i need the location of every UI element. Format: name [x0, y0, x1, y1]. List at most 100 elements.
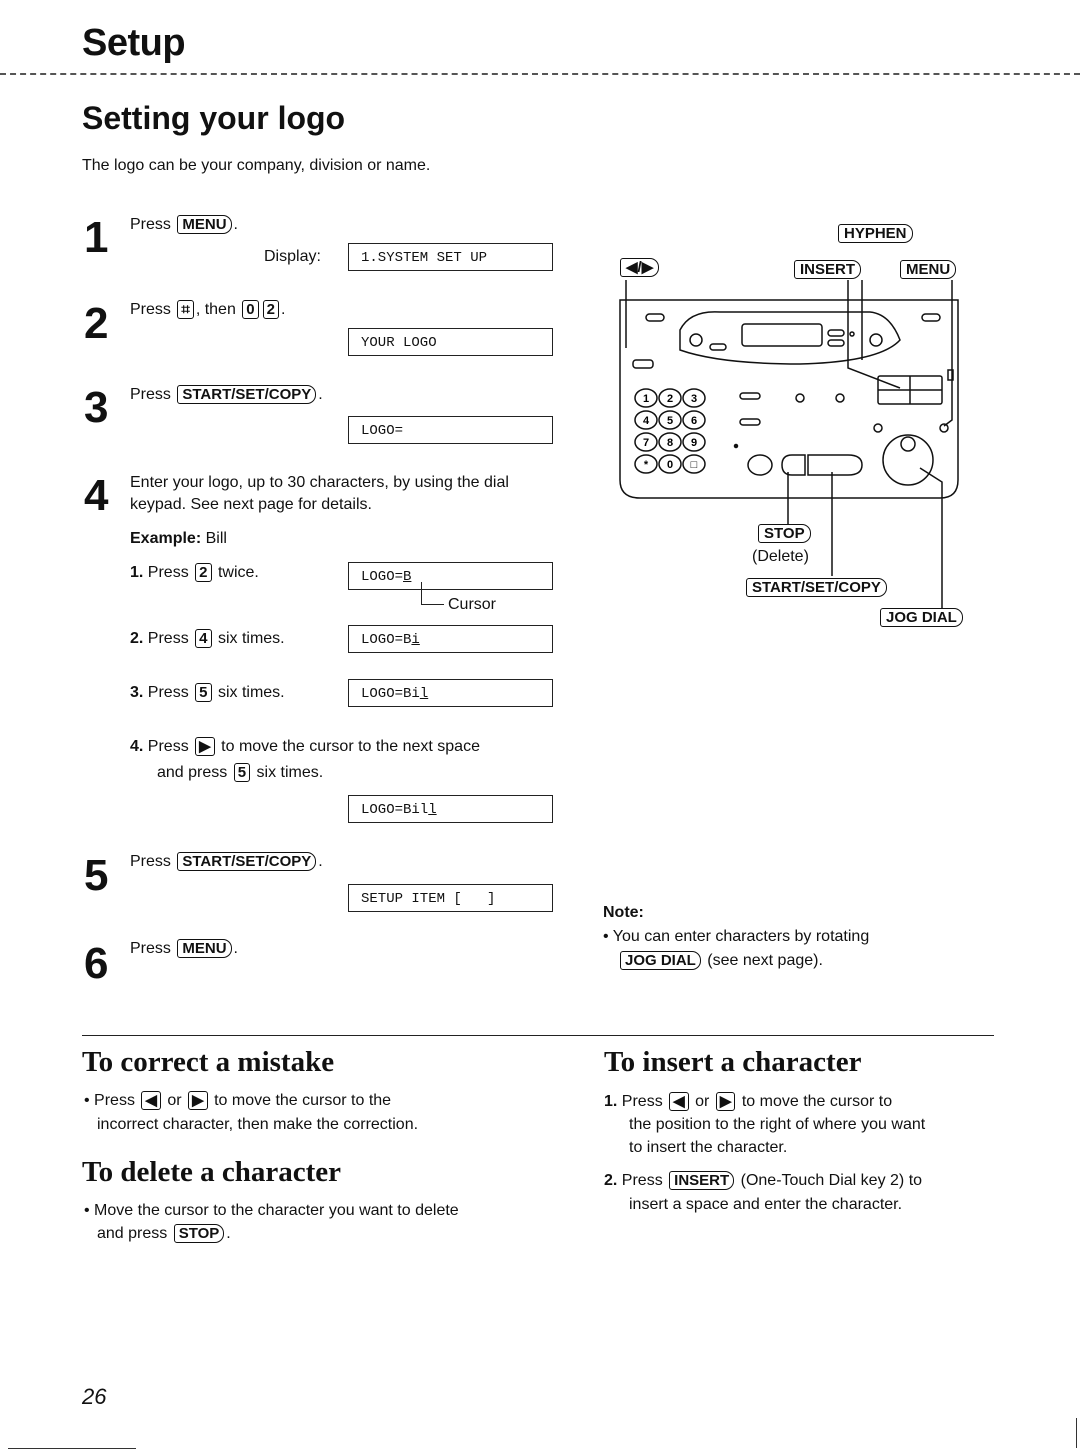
lcd-text: LOGO=Bi: [361, 686, 420, 702]
note-text: You can enter characters by rotating: [612, 928, 870, 945]
digit-key: 5: [195, 683, 212, 702]
digit-key: 2: [262, 300, 279, 319]
insert-step2: 2. Press INSERT (One-Touch Dial key 2) t…: [604, 1170, 922, 1192]
substep-number: 4.: [130, 738, 144, 755]
section-divider: [82, 1035, 994, 1036]
insert-label: INSERT: [794, 260, 862, 279]
left-arrow-key: ◀: [669, 1092, 689, 1111]
menu-leader: [943, 280, 953, 427]
insert-step1-line3: to insert the character.: [629, 1139, 788, 1156]
substep: 4. Press ▶ to move the cursor to the nex…: [130, 736, 570, 758]
keypad-key-label: 0: [667, 459, 673, 471]
lcd-display: 1.SYSTEM SET UP: [348, 243, 553, 271]
step-number: 4: [84, 471, 109, 520]
keypad-key-label: 3: [691, 393, 697, 405]
insert-step1-line2: the position to the right of where you w…: [629, 1116, 926, 1133]
substep-rest: twice.: [217, 564, 259, 581]
page-number: 26: [82, 1384, 107, 1409]
insert-text: (One-Touch Dial key 2) to: [740, 1172, 923, 1189]
correct-line2: incorrect character, then make the corre…: [97, 1116, 419, 1133]
arrow-keys-callout: ◀/▶: [620, 258, 660, 277]
header-divider: [0, 73, 1080, 75]
keypad-key-label: 7: [643, 437, 649, 449]
correct-heading: To correct a mistake: [82, 1046, 335, 1078]
stop-label: STOP: [758, 524, 811, 543]
lcd-display: LOGO=Bi: [348, 625, 553, 653]
example-label: Example:: [130, 530, 202, 547]
press-label: Press: [130, 853, 171, 870]
insert-callout: INSERT: [794, 260, 862, 279]
menu-key: MENU: [177, 939, 232, 958]
and-press-label: and press: [157, 764, 228, 781]
or-label: or: [167, 1092, 182, 1109]
insert-step-number: 1.: [604, 1093, 618, 1110]
step-number: 2: [84, 299, 109, 348]
insert-step1: 1. Press ◀ or ▶ to move the cursor to: [604, 1091, 892, 1113]
step-6-text: Press MENU.: [130, 939, 238, 958]
lcd-display: YOUR LOGO: [348, 328, 553, 356]
lcd-display: LOGO=B: [348, 562, 553, 590]
press-label: Press: [147, 738, 189, 755]
step-number: 3: [84, 383, 109, 432]
step-1-text: Press MENU.: [130, 215, 238, 234]
hash-key: ⌗: [177, 300, 194, 319]
keypad-key-label: 6: [691, 415, 697, 427]
substep: 3. Press 5 six times.: [130, 682, 285, 704]
substep-number: 2.: [130, 630, 144, 647]
step-2-text: Press ⌗, then 02.: [130, 300, 286, 319]
hyphen-callout: HYPHEN: [838, 224, 913, 243]
insert-key: INSERT: [669, 1171, 735, 1190]
right-arrow-key: ▶: [188, 1091, 208, 1110]
keypad-key-label: *: [644, 459, 649, 471]
jog-leader: [919, 467, 943, 620]
step-3-text: Press START/SET/COPY.: [130, 385, 323, 404]
press-label: Press: [621, 1172, 663, 1189]
step-4-text: Enter your logo, up to 30 characters, by…: [130, 474, 509, 513]
substep-rest: six times.: [217, 630, 285, 647]
cursor-pointer-line: [421, 582, 444, 605]
lcd-display: LOGO=Bill: [348, 795, 553, 823]
insert-step-number: 2.: [604, 1172, 618, 1189]
substep-number: 1.: [130, 564, 144, 581]
digit-key: 5: [233, 763, 251, 782]
insert-text: to move the cursor to: [741, 1093, 893, 1110]
press-label: Press: [147, 684, 189, 701]
stop-button: [781, 454, 806, 476]
or-label: or: [695, 1093, 710, 1110]
delete-heading: To delete a character: [82, 1156, 342, 1188]
display-label: Display:: [264, 248, 321, 265]
press-label: Press: [621, 1093, 663, 1110]
arrow-keys-label: ◀/▶: [620, 258, 660, 277]
keypad-key-label: 1: [643, 393, 649, 405]
step-5-text: Press START/SET/COPY.: [130, 852, 323, 871]
lcd-display: SETUP ITEM [ ]: [348, 884, 553, 912]
lcd-window: [741, 323, 823, 347]
press-label: Press: [130, 301, 171, 318]
start-button: [807, 454, 863, 476]
substep: 2. Press 4 six times.: [130, 628, 285, 650]
insert-step2-line2: insert a space and enter the character.: [629, 1196, 903, 1213]
start-set-copy-key: START/SET/COPY: [177, 852, 317, 871]
digit-key: 2: [195, 563, 212, 582]
substep: 1. Press 2 twice.: [130, 562, 259, 584]
menu-key: MENU: [177, 215, 232, 234]
page-title: Setting your logo: [82, 100, 346, 136]
note-line: • You can enter characters by rotating: [603, 928, 870, 945]
keypad-key-label: 5: [667, 415, 673, 427]
right-arrow-key: ▶: [195, 737, 215, 756]
note-text: (see next page).: [707, 952, 823, 969]
delete-line2: and press STOP.: [97, 1224, 231, 1243]
digit-key: 4: [195, 629, 212, 648]
press-label: Press: [147, 630, 189, 647]
delete-line1: • Move the cursor to the character you w…: [84, 1202, 459, 1219]
start-set-copy-callout: START/SET/COPY: [746, 578, 887, 597]
menu-callout: MENU: [900, 260, 957, 279]
lcd-display: LOGO=Bil: [348, 679, 553, 707]
example-value: Bill: [205, 530, 227, 547]
step-number: 6: [84, 939, 109, 988]
step-number: 1: [84, 213, 109, 262]
start-set-copy-key: START/SET/COPY: [177, 385, 317, 404]
lcd-cursor: l: [419, 686, 429, 702]
intro-text: The logo can be your company, division o…: [82, 157, 431, 174]
cursor-label: Cursor: [448, 596, 497, 613]
